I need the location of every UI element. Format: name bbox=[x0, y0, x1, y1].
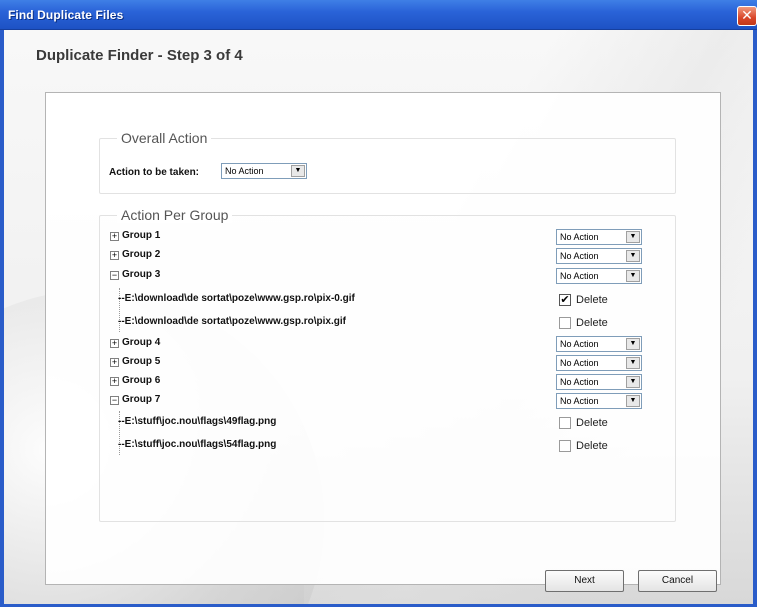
chevron-down-icon[interactable]: ▼ bbox=[626, 395, 640, 407]
chevron-down-icon[interactable]: ▼ bbox=[626, 376, 640, 388]
group-action-dropdown[interactable]: No Action ▼ bbox=[556, 374, 642, 390]
group-row-5: + Group 5 No Action ▼ bbox=[100, 354, 677, 372]
delete-label: Delete bbox=[576, 317, 608, 329]
delete-checkbox[interactable] bbox=[559, 417, 571, 429]
group-row-4: + Group 4 No Action ▼ bbox=[100, 335, 677, 353]
group-label: Group 4 bbox=[122, 337, 161, 348]
chevron-down-icon[interactable]: ▼ bbox=[626, 338, 640, 350]
group-action-dropdown[interactable]: No Action ▼ bbox=[556, 229, 642, 245]
minus-box-icon[interactable]: − bbox=[110, 271, 119, 280]
file-row: --E:\download\de sortat\poze\www.gsp.ro\… bbox=[100, 314, 677, 332]
group-action-dropdown[interactable]: No Action ▼ bbox=[556, 268, 642, 284]
plus-box-icon[interactable]: + bbox=[110, 358, 119, 367]
chevron-down-icon[interactable]: ▼ bbox=[291, 165, 305, 177]
group-action-dropdown[interactable]: No Action ▼ bbox=[556, 355, 642, 371]
overall-action-group: Overall Action Action to be taken: No Ac… bbox=[99, 130, 676, 194]
overall-action-legend: Overall Action bbox=[117, 130, 212, 146]
plus-box-icon[interactable]: + bbox=[110, 251, 119, 260]
action-per-group-legend: Action Per Group bbox=[117, 207, 233, 223]
group-action-dropdown[interactable]: No Action ▼ bbox=[556, 248, 642, 264]
content-panel: Overall Action Action to be taken: No Ac… bbox=[45, 92, 721, 585]
action-to-be-taken-label: Action to be taken: bbox=[109, 167, 200, 178]
group-action-value: No Action bbox=[560, 339, 599, 349]
group-action-dropdown[interactable]: No Action ▼ bbox=[556, 393, 642, 409]
plus-box-icon[interactable]: + bbox=[110, 377, 119, 386]
group-row-7: − Group 7 No Action ▼ bbox=[100, 392, 677, 410]
chevron-down-icon[interactable]: ▼ bbox=[626, 231, 640, 243]
close-icon[interactable]: ✕ bbox=[737, 6, 757, 26]
group-action-value: No Action bbox=[560, 232, 599, 242]
file-row: --E:\stuff\joc.nou\flags\54flag.png Dele… bbox=[100, 437, 677, 455]
title-bar[interactable]: Find Duplicate Files ✕ bbox=[0, 0, 757, 30]
delete-label: Delete bbox=[576, 440, 608, 452]
chevron-down-icon[interactable]: ▼ bbox=[626, 357, 640, 369]
group-row-6: + Group 6 No Action ▼ bbox=[100, 373, 677, 391]
group-row-2: + Group 2 No Action ▼ bbox=[100, 247, 677, 265]
delete-checkbox[interactable] bbox=[559, 317, 571, 329]
group-action-value: No Action bbox=[560, 377, 599, 387]
group-label: Group 3 bbox=[122, 269, 161, 280]
minus-box-icon[interactable]: − bbox=[110, 396, 119, 405]
group-row-3: − Group 3 No Action ▼ bbox=[100, 267, 677, 285]
group-label: Group 6 bbox=[122, 375, 161, 386]
group-row-1: + Group 1 No Action ▼ bbox=[100, 228, 677, 246]
group-action-value: No Action bbox=[560, 251, 599, 261]
overall-action-value: No Action bbox=[225, 166, 264, 176]
group-label: Group 1 bbox=[122, 230, 161, 241]
file-path: --E:\stuff\joc.nou\flags\49flag.png bbox=[118, 416, 277, 427]
file-path: --E:\download\de sortat\poze\www.gsp.ro\… bbox=[118, 293, 355, 304]
file-row: --E:\download\de sortat\poze\www.gsp.ro\… bbox=[100, 291, 677, 309]
dialog-body: Duplicate Finder - Step 3 of 4 Overall A… bbox=[4, 30, 753, 604]
plus-box-icon[interactable]: + bbox=[110, 232, 119, 241]
chevron-down-icon[interactable]: ▼ bbox=[626, 250, 640, 262]
group-action-value: No Action bbox=[560, 396, 599, 406]
step-heading: Duplicate Finder - Step 3 of 4 bbox=[36, 47, 243, 64]
file-row: --E:\stuff\joc.nou\flags\49flag.png Dele… bbox=[100, 414, 677, 432]
delete-checkbox[interactable]: ✔ bbox=[559, 294, 571, 306]
group-action-dropdown[interactable]: No Action ▼ bbox=[556, 336, 642, 352]
window-title: Find Duplicate Files bbox=[8, 8, 124, 22]
action-per-group-group: Action Per Group + Group 1 No Action ▼ +… bbox=[99, 207, 677, 522]
overall-action-dropdown[interactable]: No Action ▼ bbox=[221, 163, 307, 179]
file-path: --E:\download\de sortat\poze\www.gsp.ro\… bbox=[118, 316, 346, 327]
group-label: Group 5 bbox=[122, 356, 161, 367]
delete-label: Delete bbox=[576, 294, 608, 306]
group-label: Group 2 bbox=[122, 249, 161, 260]
file-path: --E:\stuff\joc.nou\flags\54flag.png bbox=[118, 439, 277, 450]
cancel-button[interactable]: Cancel bbox=[638, 570, 717, 592]
group-label: Group 7 bbox=[122, 394, 161, 405]
group-action-value: No Action bbox=[560, 358, 599, 368]
group-action-value: No Action bbox=[560, 271, 599, 281]
delete-label: Delete bbox=[576, 417, 608, 429]
delete-checkbox[interactable] bbox=[559, 440, 571, 452]
plus-box-icon[interactable]: + bbox=[110, 339, 119, 348]
chevron-down-icon[interactable]: ▼ bbox=[626, 270, 640, 282]
next-button[interactable]: Next bbox=[545, 570, 624, 592]
